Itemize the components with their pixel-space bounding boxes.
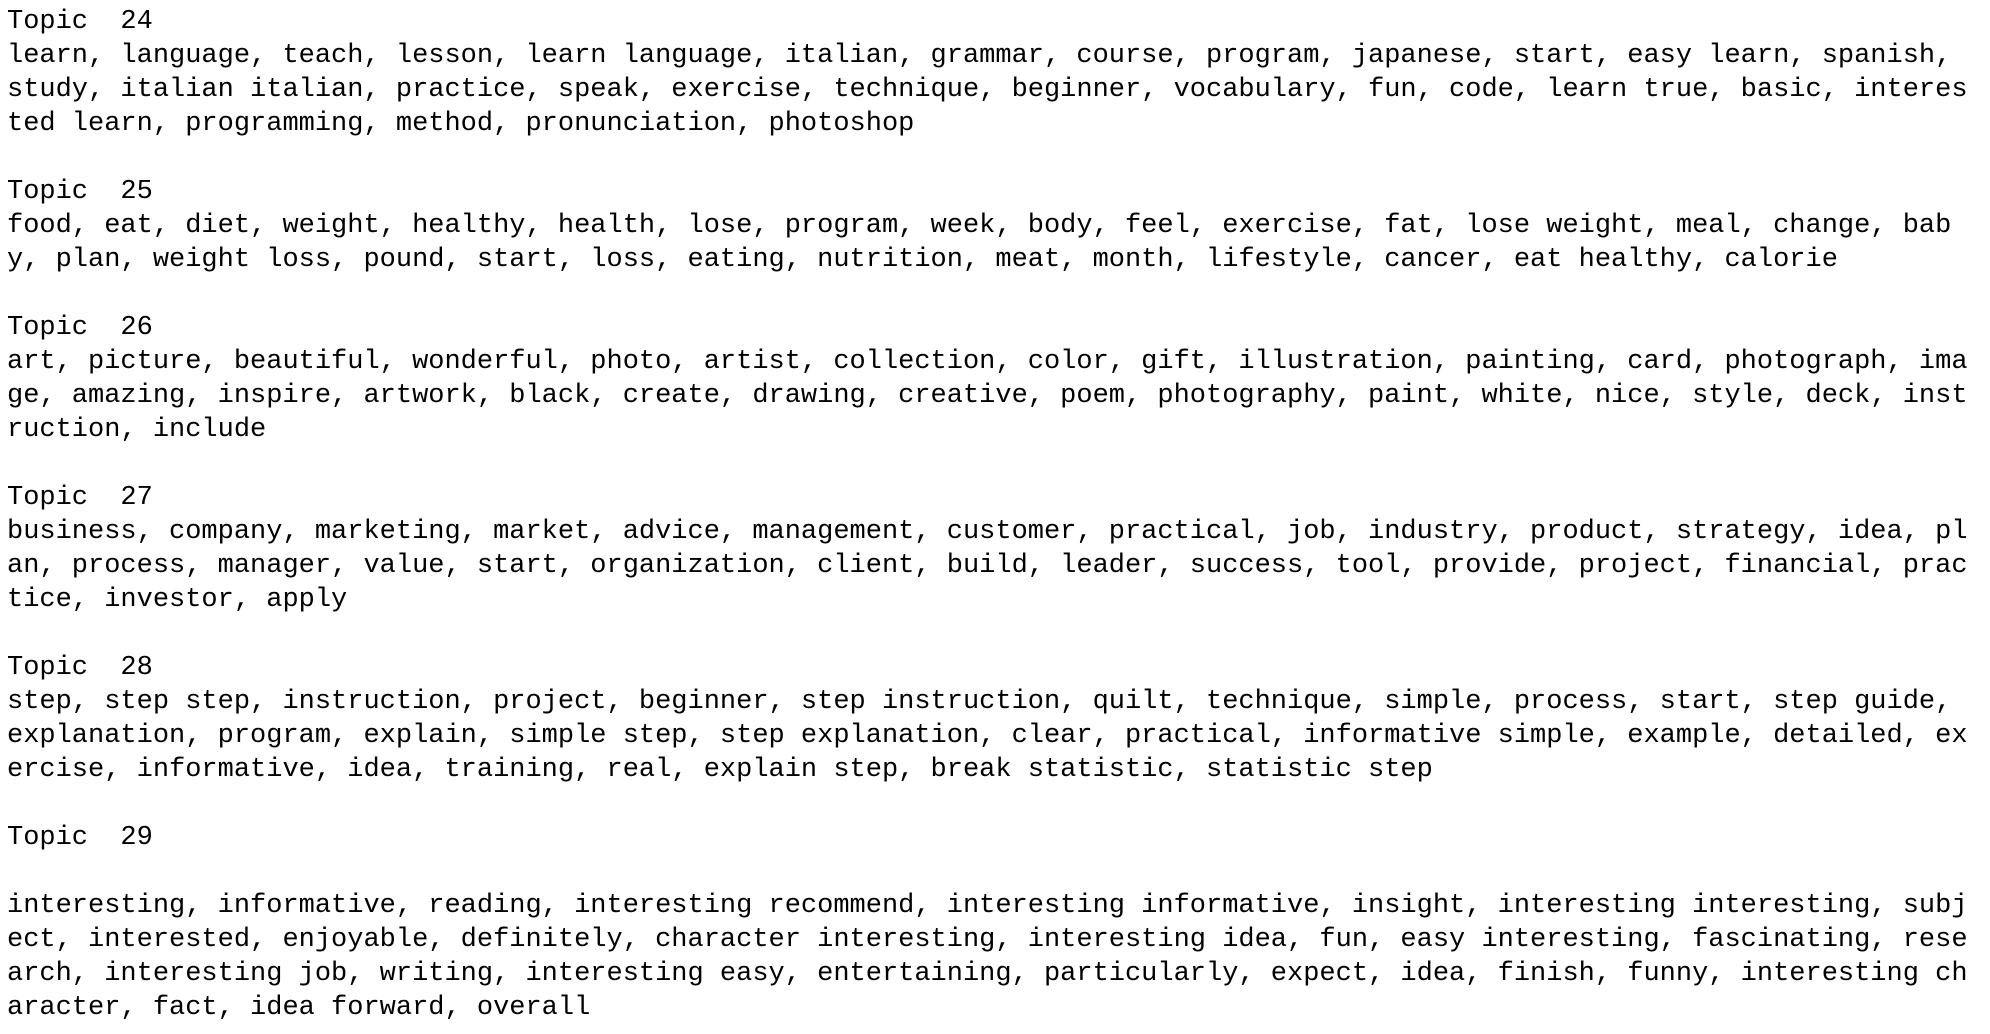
topic-label: Topic bbox=[7, 313, 89, 343]
topic-block-26: Topic 26 art, picture, beautiful, wonder… bbox=[7, 311, 1982, 447]
topic-terms: food, eat, diet, weight, healthy, health… bbox=[7, 211, 1952, 275]
topic-block-27: Topic 27 business, company, marketing, m… bbox=[7, 481, 1982, 617]
topic-number: 28 bbox=[120, 653, 153, 683]
topic-header: Topic 26 bbox=[7, 311, 1982, 345]
topic-terms: business, company, marketing, market, ad… bbox=[7, 517, 1968, 615]
topic-number: 27 bbox=[120, 483, 153, 513]
topic-block-25: Topic 25 food, eat, diet, weight, health… bbox=[7, 175, 1982, 277]
topic-header: Topic 24 bbox=[7, 5, 1982, 39]
topic-header: Topic 25 bbox=[7, 175, 1982, 209]
topic-terms: interesting, informative, reading, inter… bbox=[7, 891, 1968, 1023]
topic-block-24: Topic 24 learn, language, teach, lesson,… bbox=[7, 5, 1982, 141]
topic-number: 25 bbox=[120, 177, 153, 207]
topic-block-28: Topic 28 step, step step, instruction, p… bbox=[7, 651, 1982, 787]
topic-list: Topic 24 learn, language, teach, lesson,… bbox=[7, 5, 1982, 1025]
topic-label: Topic bbox=[7, 177, 89, 207]
topic-header: Topic 28 bbox=[7, 651, 1982, 685]
topic-number: 26 bbox=[120, 313, 153, 343]
topic-label: Topic bbox=[7, 483, 89, 513]
topic-header: Topic 29 bbox=[7, 821, 1982, 855]
topic-label: Topic bbox=[7, 653, 89, 683]
topic-terms: learn, language, teach, lesson, learn la… bbox=[7, 41, 1968, 139]
topic-number: 24 bbox=[120, 7, 153, 37]
topic-block-29: Topic 29 interesting, informative, readi… bbox=[7, 821, 1982, 1025]
topic-terms: step, step step, instruction, project, b… bbox=[7, 687, 1968, 785]
topic-terms: art, picture, beautiful, wonderful, phot… bbox=[7, 347, 1968, 445]
topic-label: Topic bbox=[7, 7, 89, 37]
topic-header: Topic 27 bbox=[7, 481, 1982, 515]
topic-number: 29 bbox=[120, 823, 153, 853]
topic-label: Topic bbox=[7, 823, 89, 853]
